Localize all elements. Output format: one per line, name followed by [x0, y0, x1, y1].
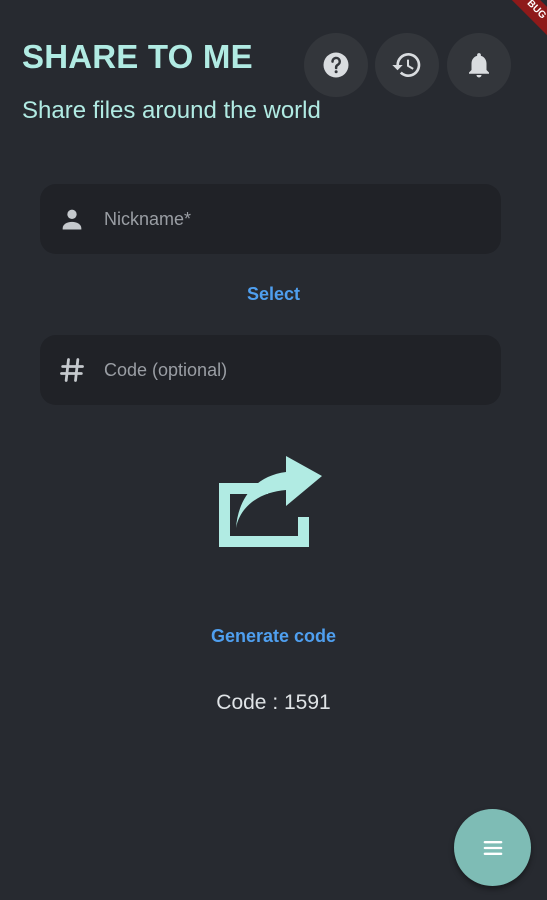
history-icon: [392, 53, 421, 77]
generated-code: Code : 1591: [216, 691, 331, 714]
notifications-button[interactable]: [446, 32, 512, 98]
history-button[interactable]: [374, 32, 440, 98]
nickname-field[interactable]: [40, 184, 501, 254]
generate-code-button[interactable]: Generate code: [0, 626, 547, 647]
share-icon: [219, 456, 322, 547]
person-icon: [62, 209, 82, 230]
nickname-input[interactable]: [104, 208, 501, 230]
code-input[interactable]: [104, 359, 501, 381]
code-field[interactable]: [40, 335, 501, 405]
page-title: SHARE TO ME: [22, 38, 253, 75]
select-button[interactable]: Select: [0, 284, 547, 305]
help-icon: [323, 52, 349, 78]
hash-icon: [60, 358, 84, 382]
bell-icon: [469, 53, 489, 78]
help-button[interactable]: [303, 32, 369, 98]
page-subtitle: Share files around the world: [22, 97, 321, 124]
menu-icon: [483, 840, 502, 855]
menu-fab-button[interactable]: [454, 809, 531, 886]
